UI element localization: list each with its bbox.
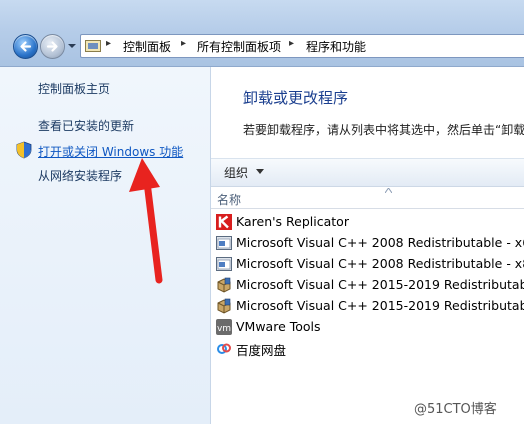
karen-k-icon	[216, 214, 232, 230]
package-icon	[217, 298, 231, 314]
program-name: Microsoft Visual C++ 2015-2019 Redistrib…	[236, 277, 524, 292]
list-item[interactable]: Microsoft Visual C++ 2008 Redistributabl…	[216, 233, 524, 253]
list-item[interactable]: 百度网盘	[216, 338, 524, 358]
list-item[interactable]: Microsoft Visual C++ 2008 Redistributabl…	[216, 254, 524, 274]
watermark: @51CTO博客	[414, 402, 497, 417]
vmware-icon: vm	[216, 319, 232, 335]
svg-text:vm: vm	[217, 324, 231, 334]
organize-button[interactable]: 组织	[224, 164, 248, 181]
program-name: VMware Tools	[236, 319, 321, 334]
sidebar-item-control-panel-home[interactable]: 控制面板主页	[38, 80, 110, 97]
column-header-name[interactable]: 名称	[217, 191, 241, 208]
uac-shield-icon	[16, 141, 32, 159]
forward-arrow-icon	[46, 41, 58, 52]
breadcrumb-separator-icon[interactable]: ▸	[289, 38, 294, 49]
baidu-cloud-icon	[217, 343, 231, 354]
breadcrumb-programs-features[interactable]: 程序和功能	[306, 38, 366, 55]
package-icon	[217, 277, 231, 293]
list-item[interactable]: Microsoft Visual C++ 2015-2019 Redistrib…	[216, 275, 524, 295]
program-name: Karen's Replicator	[236, 214, 349, 229]
program-name: Microsoft Visual C++ 2008 Redistributabl…	[236, 256, 524, 271]
organize-dropdown-icon[interactable]	[256, 169, 264, 175]
column-header-row	[211, 188, 524, 209]
program-name: Microsoft Visual C++ 2015-2019 Redistrib…	[236, 298, 524, 313]
sidebar-item-install-from-network[interactable]: 从网络安装程序	[38, 167, 122, 184]
history-dropdown-icon[interactable]	[68, 42, 76, 50]
back-arrow-icon	[20, 41, 32, 52]
annotation-arrow-icon	[129, 158, 163, 284]
page-description: 若要卸载程序，请从列表中将其选中，然后单击“卸载”	[243, 123, 524, 137]
address-bar[interactable]: ▸ 控制面板 ▸ 所有控制面板项 ▸ 程序和功能	[80, 34, 524, 58]
title-address-bar: ▸ 控制面板 ▸ 所有控制面板项 ▸ 程序和功能	[0, 0, 524, 67]
breadcrumb-control-panel[interactable]: 控制面板	[123, 38, 171, 55]
list-item[interactable]: vm VMware Tools	[216, 317, 524, 337]
breadcrumb-separator-icon[interactable]: ▸	[106, 38, 111, 49]
list-item[interactable]: Karen's Replicator	[216, 212, 524, 232]
installer-icon	[216, 257, 232, 271]
breadcrumb-all-items[interactable]: 所有控制面板项	[197, 38, 281, 55]
page-title: 卸载或更改程序	[243, 89, 349, 107]
breadcrumb-separator-icon[interactable]: ▸	[181, 38, 186, 49]
back-button[interactable]	[13, 34, 38, 59]
installer-icon	[216, 236, 232, 250]
forward-button[interactable]	[40, 34, 65, 59]
program-name: Microsoft Visual C++ 2008 Redistributabl…	[236, 235, 524, 250]
list-item[interactable]: Microsoft Visual C++ 2015-2019 Redistrib…	[216, 296, 524, 316]
sidebar-item-installed-updates[interactable]: 查看已安装的更新	[38, 117, 134, 134]
control-panel-folder-icon	[85, 40, 101, 52]
sort-ascending-icon	[385, 188, 392, 193]
program-name: 百度网盘	[236, 343, 287, 358]
